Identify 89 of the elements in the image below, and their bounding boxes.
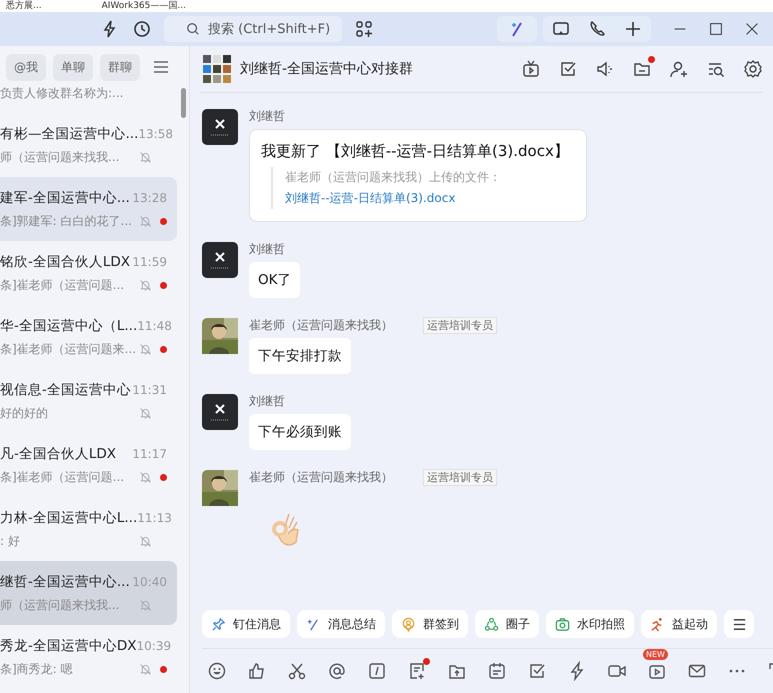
add-user-icon[interactable] [669, 59, 689, 79]
timestamp: 13:58 [138, 126, 173, 140]
message-preview: 条]崔老师（运营问题... [0, 468, 124, 486]
conversation-item[interactable]: 铭欣-全国合伙人LDX 11:59 条]崔老师（运营问题... [0, 241, 177, 305]
role-tag: 运营培训专员 [423, 468, 497, 486]
conversation-item[interactable]: 建军-全国运营中心... 13:28 条]郭建军: 白白的花了... [0, 177, 177, 241]
sender-name: 崔老师（运营问题来找我） [249, 316, 393, 334]
camera-icon [555, 616, 570, 632]
emoji-icon[interactable] [207, 661, 227, 681]
quick-action-button[interactable]: 水印拍照 [546, 610, 634, 638]
role-tag: 运营培训专员 [423, 316, 497, 334]
conversation-item[interactable]: 凡-全国合伙人LDX 11:17 条]崔老师（运营问题... [0, 433, 177, 497]
magic-wand-button[interactable] [497, 16, 537, 42]
message-preview: : 好 [0, 532, 20, 550]
conversation-item[interactable]: 华-全国运营中心（L...11:48 条]崔老师（运营问题来... [0, 305, 177, 369]
pin-icon [211, 616, 226, 632]
calendar-icon[interactable] [487, 661, 507, 681]
plus-icon [623, 19, 643, 39]
logo-avatar[interactable] [202, 242, 238, 278]
at-sign-icon[interactable] [327, 661, 347, 681]
search-field[interactable]: 搜索 (Ctrl+Shift+F) [164, 16, 342, 42]
conversation-item[interactable]: 有彬—全国运营中心...13:58 师（运营问题来找我... [0, 113, 177, 177]
conversation-name: 华-全国运营中心（L... [0, 316, 138, 334]
circle-nodes-icon [484, 616, 499, 632]
location-icon [401, 616, 416, 632]
message-preview: 条]崔老师（运营问题... [0, 276, 124, 294]
message-preview: 条]崔老师（运营问题来... [0, 340, 136, 358]
message-preview: 条]郭建军: 白白的花了... [0, 212, 132, 230]
search-icon [186, 22, 200, 36]
timestamp: 11:31 [132, 382, 167, 396]
filter-tab[interactable]: @我 [6, 54, 46, 80]
conversation-name: 铭欣-全国合伙人LDX [0, 252, 130, 270]
tv-icon[interactable] [521, 59, 541, 79]
quick-action-button[interactable]: 圈子 [475, 610, 539, 638]
conversation-name: 继哲-全国运营中心... [0, 572, 130, 590]
timestamp: 11:59 [132, 254, 167, 268]
conversation-item[interactable]: 秀龙-全国运营中心DX10:39 条]商秀龙: 嗯 [0, 625, 177, 689]
conversation-name: 凡-全国合伙人LDX [0, 444, 116, 462]
slash-icon[interactable] [367, 661, 387, 681]
conversation-item[interactable]: 力林-全国运营中心L...11:13 : 好 [0, 497, 177, 561]
scrollbar[interactable] [181, 88, 186, 118]
quick-action-button[interactable]: 消息总结 [297, 610, 385, 638]
quick-action-button[interactable]: 钉住消息 [202, 610, 290, 638]
message-bubble: 下午必须到账 [249, 414, 351, 450]
sender-name: 崔老师（运营问题来找我） [249, 468, 393, 486]
timestamp: 11:13 [137, 510, 172, 524]
conversation-item[interactable]: 继哲-全国运营中心... 10:40 师（运营问题来找我... [0, 561, 177, 625]
apps-icon[interactable] [354, 19, 374, 39]
logo-avatar[interactable] [202, 109, 238, 145]
browser-tab[interactable]: 悉方展... [6, 0, 42, 12]
conversation-name: 力林-全国运营中心L... [0, 508, 138, 526]
menu-button[interactable] [724, 610, 754, 638]
message-preview: 条]商秀龙: 嗯 [0, 660, 73, 678]
message-text: 我更新了 【刘继哲--运营-日结算单(3).docx】 [261, 142, 570, 161]
scissors-icon[interactable] [287, 661, 307, 681]
file-link[interactable]: 刘继哲--运营-日结算单(3).docx [285, 191, 456, 205]
browser-tab[interactable]: AIWork365——国... [102, 0, 186, 12]
timestamp: 11:48 [137, 318, 172, 332]
speaker-icon[interactable] [595, 59, 615, 79]
conversation-name: 有彬—全国运营中心... [0, 124, 138, 142]
timestamp: 10:39 [136, 638, 172, 652]
chat-title: 刘继哲-全国运营中心对接群 [240, 60, 414, 78]
sender-name: 刘继哲 [249, 240, 285, 258]
message-preview: 师（运营问题来找我... [0, 596, 120, 614]
menu-icon [732, 616, 746, 632]
maximize-icon[interactable] [707, 20, 725, 38]
timestamp: 11:17 [132, 446, 167, 460]
filter-tab[interactable]: 单聊 [53, 54, 93, 80]
message-preview: 好的好的 [0, 404, 48, 422]
message-preview: 负责人修改群名称为:... [0, 85, 124, 102]
history-icon[interactable] [132, 19, 152, 39]
sender-name: 刘继哲 [249, 392, 285, 410]
quick-action-button[interactable]: 益起动 [641, 610, 717, 638]
settings-icon[interactable] [743, 59, 763, 79]
conversation-item[interactable]: 视信息-全国运营中心 11:31 好的好的 [0, 369, 177, 433]
new-badge: NEW [643, 649, 668, 660]
message-bubble: 下午安排打款 [249, 338, 351, 374]
conversation-name: 秀龙-全国运营中心DX [0, 636, 137, 654]
filter-tab[interactable]: 群聊 [100, 54, 140, 80]
quoted-file-message: 崔老师（运营问题来找我）上传的文件： 刘继哲--运营-日结算单(3).docx [271, 167, 576, 209]
sender-name: 刘继哲 [249, 108, 285, 124]
timestamp: 10:40 [132, 574, 167, 588]
timestamp: 13:28 [132, 190, 167, 204]
quick-action-button[interactable]: 群签到 [392, 610, 468, 638]
message-bubble: OK了 [249, 262, 300, 298]
conversation-name: 视信息-全国运营中心 [0, 380, 131, 398]
logo-avatar[interactable] [202, 394, 238, 430]
conversation-name: 建军-全国运营中心... [0, 188, 130, 206]
message-preview: 师（运营问题来找我... [0, 148, 120, 166]
